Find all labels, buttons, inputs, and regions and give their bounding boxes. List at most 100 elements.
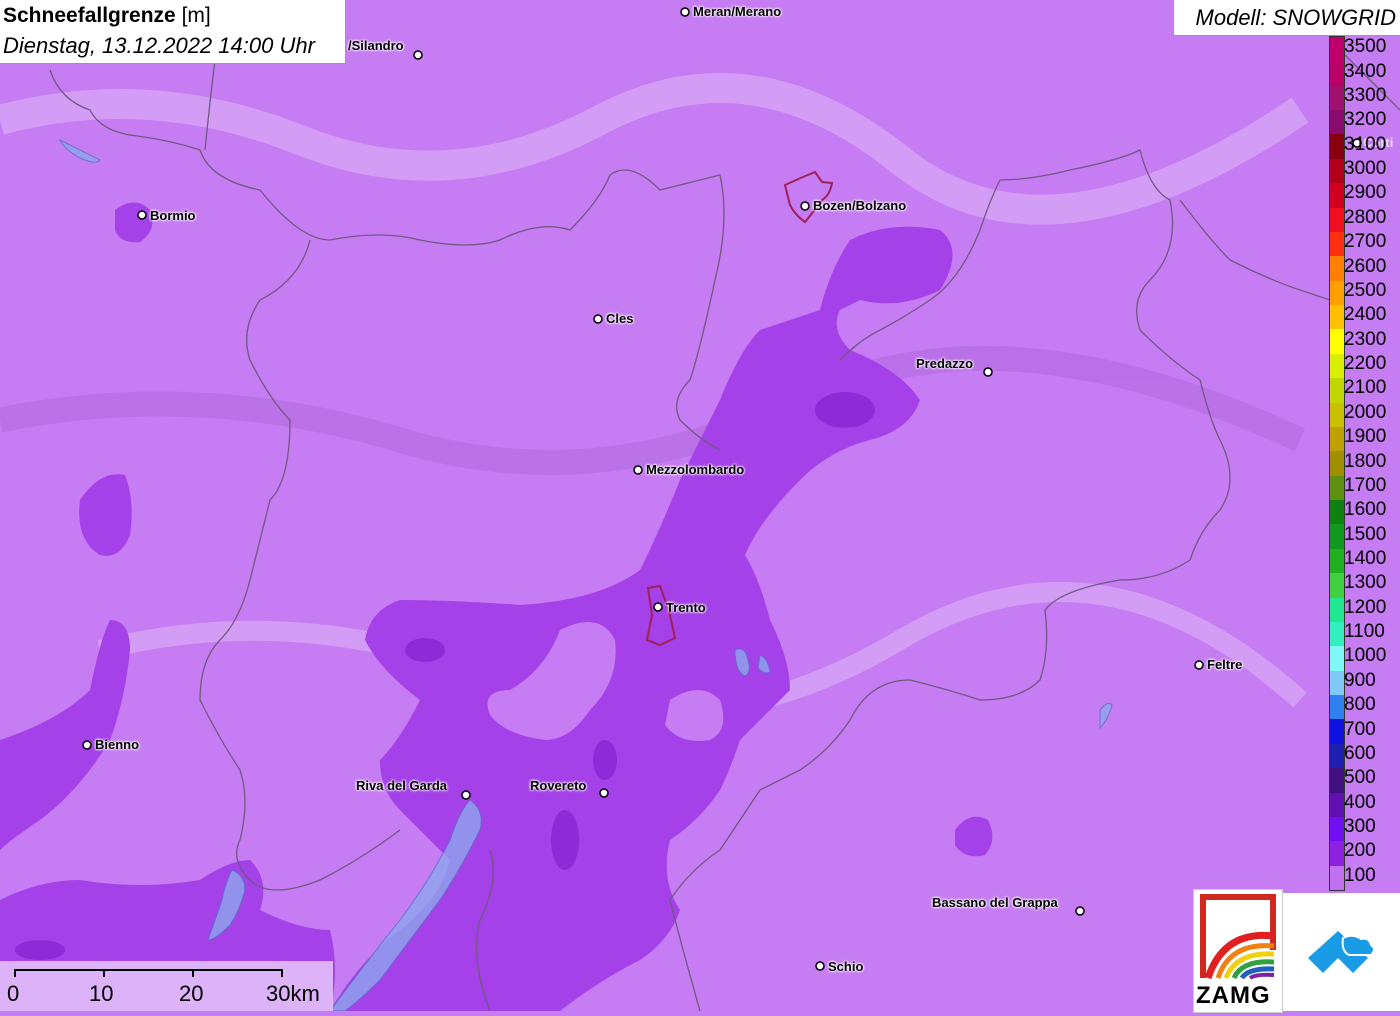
city-label-trento: Trento <box>666 600 706 615</box>
legend-label: 1600 <box>1344 499 1387 521</box>
city-label-cles: Cles <box>606 311 634 326</box>
legend-label: 900 <box>1344 669 1376 691</box>
scale-line <box>14 969 283 971</box>
city-label-meran: Meran/Merano <box>693 4 782 19</box>
legend-swatch <box>1330 110 1344 135</box>
legend-label: 600 <box>1344 742 1376 764</box>
legend-swatch <box>1330 426 1344 452</box>
legend-swatch <box>1330 353 1344 379</box>
legend-label: 1300 <box>1344 572 1387 594</box>
legend-label: 3000 <box>1344 158 1387 180</box>
legend-label: 2800 <box>1344 206 1387 228</box>
snowgrid-logo[interactable] <box>1283 893 1400 1011</box>
legend-swatch <box>1330 85 1344 111</box>
scale-label-30km: 30km <box>266 981 320 1006</box>
legend-label: 3500 <box>1344 36 1387 58</box>
legend-swatch <box>1330 865 1344 891</box>
legend-swatch <box>1330 548 1344 574</box>
legend-swatch <box>1330 231 1344 257</box>
legend-swatch <box>1330 183 1344 209</box>
legend-swatch <box>1330 207 1344 233</box>
legend-label: 2600 <box>1344 255 1387 277</box>
legend-label: 2400 <box>1344 304 1387 326</box>
legend-label: 700 <box>1344 718 1376 740</box>
legend-label: 1500 <box>1344 523 1387 545</box>
city-label-riva: Riva del Garda <box>356 778 448 793</box>
legend-swatch <box>1330 158 1344 184</box>
legend-label: 1200 <box>1344 596 1387 618</box>
legend-label: 2000 <box>1344 401 1387 423</box>
scale-tick <box>281 969 283 977</box>
legend-label: 200 <box>1344 840 1376 862</box>
city-label-schio: Schio <box>828 959 864 974</box>
snowfall-limit-map[interactable] <box>0 0 1400 1011</box>
legend-swatch <box>1330 743 1344 769</box>
title-unit: [m] <box>181 4 211 27</box>
map-title-box: Schneefallgrenze [m] Dienstag, 13.12.202… <box>0 0 346 64</box>
legend-swatch <box>1330 37 1344 62</box>
legend-swatch <box>1330 768 1344 793</box>
scale-tick <box>14 969 16 977</box>
legend-swatch <box>1330 475 1344 501</box>
zamg-rainbow-icon <box>1200 894 1276 980</box>
city-label-rovereto: Rovereto <box>530 778 587 793</box>
scale-tick <box>192 969 194 977</box>
city-label-bormio: Bormio <box>150 208 196 223</box>
legend-label: 1100 <box>1344 621 1385 643</box>
legend-label: 3300 <box>1344 84 1387 106</box>
legend-swatch <box>1330 695 1344 720</box>
city-label-predazzo: Predazzo <box>916 356 974 371</box>
legend-label: 2300 <box>1344 328 1387 350</box>
scale-tick <box>103 969 105 977</box>
legend-label: 1000 <box>1344 645 1387 667</box>
scale-label-0: 0 <box>7 981 20 1006</box>
legend-label: 2100 <box>1344 377 1387 399</box>
city-label-bienno: Bienno <box>95 737 140 752</box>
map-title: Schneefallgrenze [m] <box>3 4 211 28</box>
legend-swatch <box>1330 792 1344 818</box>
legend-swatch <box>1330 524 1344 550</box>
legend-swatch <box>1330 329 1344 355</box>
legend-label: 2200 <box>1344 353 1387 374</box>
snowgrid-cloud-icon <box>1308 931 1375 973</box>
valley-hole-2 <box>665 690 724 741</box>
legend-swatch <box>1330 719 1344 745</box>
legend-swatch <box>1330 500 1344 525</box>
legend-label: 2700 <box>1344 231 1387 253</box>
legend-label: 1700 <box>1344 474 1387 496</box>
legend-swatch <box>1330 61 1344 87</box>
legend-label: 1900 <box>1344 426 1387 448</box>
legend-swatch <box>1330 646 1344 672</box>
model-box: Modell: SNOWGRID <box>1173 0 1400 36</box>
color-legend: 3500 3400 3300 3200 3100 3000 2900 2800 2700 2600… <box>1328 36 1400 891</box>
legend-label: 3200 <box>1344 109 1387 131</box>
city-label-bozen: Bozen/Bolzano <box>813 198 907 213</box>
scale-label-10: 10 <box>89 981 114 1006</box>
legend-swatch <box>1330 256 1344 282</box>
legend-swatch <box>1330 670 1344 696</box>
scale-label-20: 20 <box>179 981 204 1006</box>
legend-swatch <box>1330 280 1344 306</box>
legend-colorbar <box>1329 36 1345 891</box>
legend-swatch <box>1330 597 1344 623</box>
legend-swatch <box>1330 621 1344 647</box>
city-label-feltre: Feltre <box>1207 657 1243 672</box>
title-parameter: Schneefallgrenze <box>3 4 176 27</box>
zamg-logo[interactable]: ZAMG <box>1193 889 1283 1013</box>
legend-swatch <box>1330 451 1344 477</box>
legend-swatch <box>1330 305 1344 330</box>
legend-label: 500 <box>1344 767 1376 789</box>
legend-label: 100 <box>1344 864 1376 886</box>
legend-label: 3400 <box>1344 60 1387 82</box>
city-label-mezzolombardo: Mezzolombardo <box>646 462 745 477</box>
legend-swatch <box>1330 816 1344 842</box>
legend-swatch <box>1330 841 1344 867</box>
city-label-bassano: Bassano del Grappa <box>932 895 1058 910</box>
zamg-logo-text: ZAMG <box>1196 982 1271 1009</box>
legend-label: 1800 <box>1344 450 1387 472</box>
legend-label: 800 <box>1344 694 1376 716</box>
scale-bar: 0 10 20 30km <box>0 961 333 1011</box>
legend-label: 1400 <box>1344 547 1387 569</box>
legend-swatch <box>1330 573 1344 599</box>
legend-swatch <box>1330 134 1344 160</box>
